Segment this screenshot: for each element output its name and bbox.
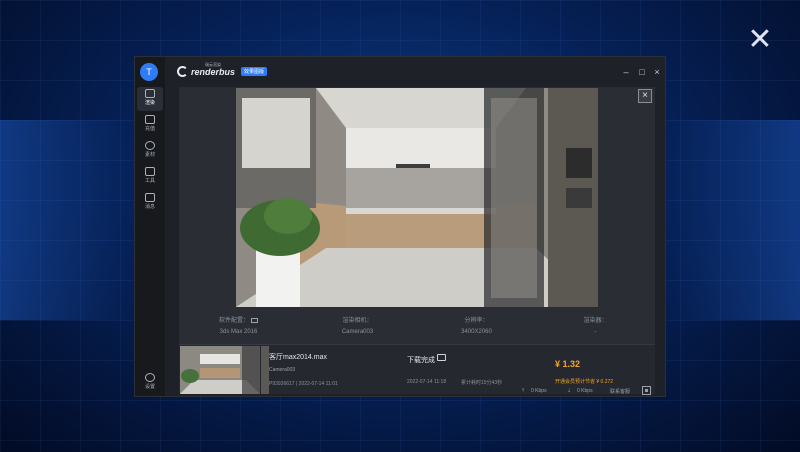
sidebar-item-settings[interactable]: 设置: [137, 371, 163, 395]
app-window: T 渲染 充值 素材 工具 消息 设置 瑞云渲染 renderbus 效果图版 …: [134, 56, 666, 397]
kitchen-render-illustration: [236, 88, 598, 307]
task-thumbnail[interactable]: [180, 346, 260, 394]
info-value: 3ds Max 2016: [219, 329, 258, 335]
sidebar-item-messages[interactable]: 消息: [137, 191, 163, 215]
download-icon: ⇣: [567, 388, 572, 394]
sidebar-item-tools[interactable]: 工具: [137, 165, 163, 189]
sidebar-item-label: 消息: [144, 204, 155, 210]
info-label: 软件配置：: [218, 318, 249, 324]
info-label: 渲染器：: [583, 318, 608, 324]
sidebar-item-materials[interactable]: 素材: [137, 139, 163, 163]
task-duration: 累计耗时15分43秒: [461, 380, 503, 386]
task-price: ¥ 1.32: [555, 359, 581, 369]
edition-badge: 效果图版: [241, 67, 268, 76]
sidebar-item-label: 设置: [144, 384, 155, 390]
close-button[interactable]: ×: [652, 67, 662, 77]
maximize-button[interactable]: □: [637, 67, 647, 77]
sidebar-item-recharge[interactable]: 充值: [137, 113, 163, 137]
task-filename: 客厅max2014.max: [269, 354, 327, 361]
info-software: 软件配置： 3ds Max 2016: [179, 315, 298, 335]
avatar[interactable]: T: [140, 63, 158, 81]
info-value: 3400X2060: [461, 329, 492, 335]
home-icon: [145, 89, 155, 98]
render-info-row: 软件配置： 3ds Max 2016 渲染相机： Camera003 分辨率： …: [179, 311, 655, 343]
overlay-close-icon[interactable]: ✕: [746, 25, 774, 55]
task-card[interactable]: 客厅max2014.max Camera003 P93936617 | 2022…: [179, 344, 655, 395]
task-status: 下载完成: [407, 357, 435, 364]
logo: 瑞云渲染 renderbus 效果图版: [177, 62, 268, 77]
task-done-time: 2022-07-14 11:18: [407, 379, 447, 385]
info-label: 分辨率：: [464, 318, 489, 324]
minimize-button[interactable]: –: [621, 67, 631, 77]
sidebar-item-label: 充值: [144, 126, 155, 132]
message-icon: [145, 193, 155, 202]
image-icon: [251, 317, 258, 323]
contact-support-link[interactable]: 联系客服: [610, 388, 630, 395]
info-value: Camera003: [341, 329, 374, 335]
folder-icon[interactable]: [437, 354, 446, 361]
sidebar: T 渲染 充值 素材 工具 消息 设置: [135, 57, 165, 396]
logo-mark-icon: [177, 66, 188, 77]
thumbnail-illustration: [180, 346, 260, 394]
palette-icon: [145, 141, 155, 150]
thumbnail-strip: [261, 346, 269, 394]
task-camera: Camera003: [269, 367, 296, 373]
sidebar-item-render[interactable]: 渲染: [137, 87, 163, 111]
info-camera: 渲染相机： Camera003: [298, 315, 417, 335]
info-value: -: [594, 329, 597, 335]
info-label: 渲染相机：: [342, 318, 373, 324]
render-preview-panel: × 软件配置： 3ds Max 2016 渲染相机： Camera003 分辨率…: [179, 87, 655, 395]
upload-icon: ⇡: [521, 388, 526, 394]
info-renderer: 渲染器： -: [536, 315, 655, 335]
vip-saving-link[interactable]: 开通会员预计节省 ¥ 0.272: [555, 378, 613, 385]
gear-icon: [145, 373, 155, 382]
title-bar: 瑞云渲染 renderbus 效果图版 – □ ×: [165, 57, 665, 87]
brand-name: renderbus: [191, 66, 236, 77]
sidebar-item-label: 渲染: [144, 100, 155, 106]
download-speed: 0 Kbps: [577, 388, 593, 394]
render-image[interactable]: [236, 88, 598, 307]
sidebar-item-label: 素材: [144, 152, 155, 158]
background-glow-right: [665, 120, 800, 320]
sidebar-item-label: 工具: [144, 178, 155, 184]
tools-icon: [145, 167, 155, 176]
background-glow-left: [0, 120, 135, 320]
status-bar: ⇡ 0 Kbps ⇣ 0 Kbps 联系客服: [521, 388, 661, 397]
logo-subtitle: 瑞云渲染: [205, 62, 221, 67]
info-resolution: 分辨率： 3400X2060: [417, 315, 536, 335]
wallet-icon: [145, 115, 155, 124]
upload-speed: 0 Kbps: [531, 388, 547, 394]
task-meta: P93936617 | 2022-07-14 11:01: [269, 381, 338, 387]
preview-close-button[interactable]: ×: [638, 89, 652, 103]
